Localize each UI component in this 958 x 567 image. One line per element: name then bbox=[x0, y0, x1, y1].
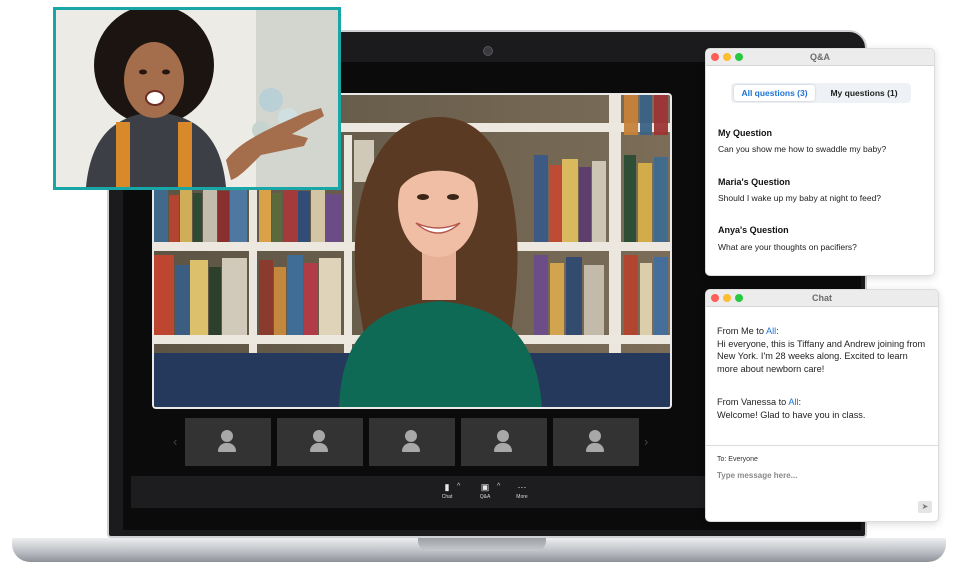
participant-thumbnail[interactable] bbox=[461, 418, 547, 466]
chat-message-input[interactable]: Type message here... bbox=[717, 471, 797, 480]
message-sender: From Vanessa to bbox=[717, 397, 789, 407]
question-text: What are your thoughts on pacifiers? bbox=[718, 242, 857, 252]
question-title: Maria's Question bbox=[718, 177, 791, 187]
user-icon-body bbox=[218, 443, 236, 452]
qa-titlebar: Q&A bbox=[706, 49, 934, 66]
message-sender: From Me to bbox=[717, 326, 767, 336]
message-colon: : bbox=[776, 326, 779, 336]
qa-button-label: Q&A bbox=[479, 494, 491, 500]
send-icon[interactable]: ➤ bbox=[918, 501, 932, 513]
webcam-icon bbox=[483, 46, 493, 56]
user-icon bbox=[313, 430, 325, 442]
chat-message-body: Welcome! Glad to have you in class. bbox=[717, 409, 866, 420]
question-text: Should I wake up my baby at night to fee… bbox=[718, 193, 882, 203]
message-recipient-link[interactable]: All bbox=[788, 397, 798, 407]
more-button-label: More bbox=[516, 494, 528, 500]
user-icon bbox=[221, 430, 233, 442]
participant-thumbnail[interactable] bbox=[185, 418, 271, 466]
qa-panel: Q&A All questions (3) My questions (1) M… bbox=[705, 48, 935, 276]
qa-icon: ▣ bbox=[480, 482, 490, 492]
more-dots-icon: ··· bbox=[517, 482, 527, 492]
message-colon: : bbox=[798, 397, 802, 407]
chat-message-header: From Vanessa to All: bbox=[717, 396, 930, 409]
user-icon bbox=[589, 430, 601, 442]
chat-recipient-selector[interactable]: To: Everyone bbox=[717, 456, 758, 463]
participant-thumbnail[interactable] bbox=[277, 418, 363, 466]
meeting-toolbar bbox=[131, 476, 706, 508]
question-text: Can you show me how to swaddle my baby? bbox=[718, 144, 887, 154]
participant-thumbnail[interactable] bbox=[553, 418, 639, 466]
tab-my-questions[interactable]: My questions (1) bbox=[821, 85, 907, 101]
chat-divider bbox=[706, 445, 938, 446]
chat-panel-title: Chat bbox=[812, 293, 832, 303]
thumbnails-next-arrow[interactable]: › bbox=[644, 434, 648, 449]
user-icon-body bbox=[586, 443, 604, 452]
user-icon-body bbox=[402, 443, 420, 452]
more-button[interactable]: ··· More bbox=[507, 482, 537, 500]
chat-titlebar: Chat bbox=[706, 290, 938, 307]
question-title: My Question bbox=[718, 128, 773, 138]
tab-all-questions[interactable]: All questions (3) bbox=[734, 85, 815, 101]
thumbnails-prev-arrow[interactable]: ‹ bbox=[173, 434, 177, 449]
chat-message: From Me to All: Hi everyone, this is Tif… bbox=[717, 325, 930, 375]
qa-button[interactable]: ▣ Q&A bbox=[470, 482, 500, 500]
qa-panel-title: Q&A bbox=[810, 52, 830, 62]
chat-message: From Vanessa to All: Welcome! Glad to ha… bbox=[717, 396, 930, 421]
user-icon bbox=[405, 430, 417, 442]
self-view-video[interactable] bbox=[53, 7, 341, 190]
user-icon bbox=[497, 430, 509, 442]
chat-panel: Chat From Me to All: Hi everyone, this i… bbox=[705, 289, 939, 522]
chat-options-caret[interactable]: ^ bbox=[457, 483, 460, 490]
chat-message-body: Hi everyone, this is Tiffany and Andrew … bbox=[717, 338, 926, 374]
self-view-image bbox=[56, 10, 338, 187]
qa-options-caret[interactable]: ^ bbox=[497, 483, 500, 490]
laptop-notch bbox=[418, 538, 546, 551]
participant-thumbnail[interactable] bbox=[369, 418, 455, 466]
user-icon-body bbox=[494, 443, 512, 452]
user-icon-body bbox=[310, 443, 328, 452]
chat-button-label: Chat bbox=[441, 494, 453, 500]
question-title: Anya's Question bbox=[718, 225, 789, 235]
message-recipient-link[interactable]: All bbox=[766, 326, 776, 336]
qa-tabs: All questions (3) My questions (1) bbox=[731, 83, 911, 103]
chat-message-header: From Me to All: bbox=[717, 325, 930, 338]
